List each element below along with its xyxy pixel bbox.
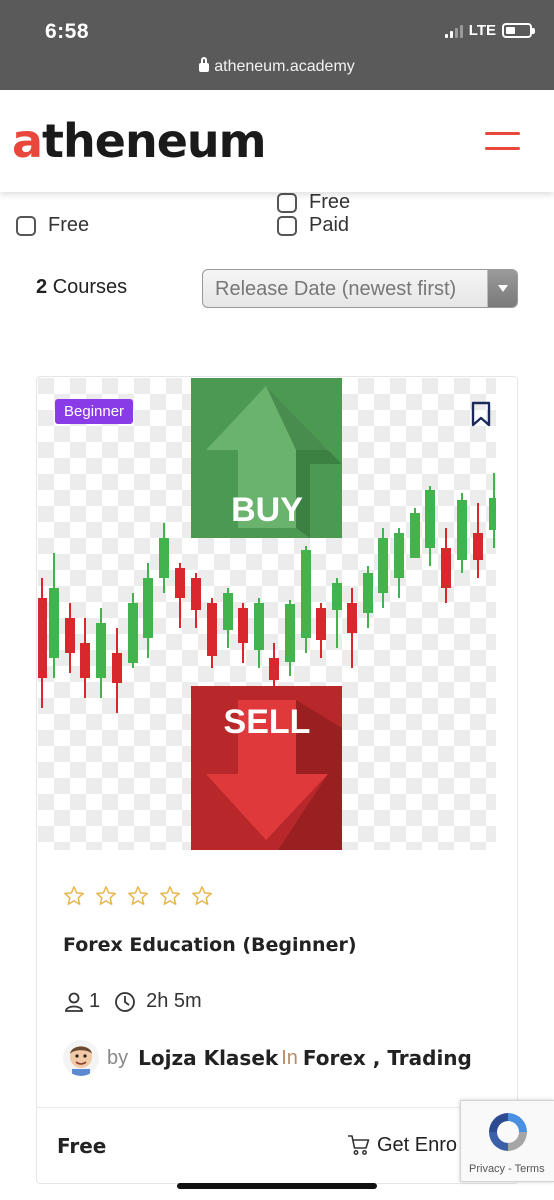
signal-icon <box>444 24 463 38</box>
star-icon <box>128 886 148 905</box>
course-card[interactable]: BUY SELL Beginner Forex Education (Begin… <box>36 376 518 1184</box>
network-label: LTE <box>468 22 496 39</box>
filter-label: Free <box>48 214 90 236</box>
candle-body <box>378 538 388 593</box>
candle-body <box>457 500 467 560</box>
candle-body <box>38 598 47 678</box>
candle-body <box>207 603 217 656</box>
sell-arrow-icon: SELL <box>191 686 342 850</box>
buy-arrow-icon: BUY <box>191 378 342 538</box>
candle-body <box>80 643 90 678</box>
svg-text:BUY: BUY <box>231 491 303 529</box>
checkbox[interactable] <box>16 215 36 236</box>
candle-body <box>269 658 279 680</box>
avatar[interactable] <box>63 1040 99 1076</box>
candle-body <box>394 533 404 578</box>
clock-icon <box>115 991 136 1012</box>
star-icon <box>192 886 212 905</box>
recaptcha-links[interactable]: Privacy - Terms <box>469 1163 545 1175</box>
course-thumbnail[interactable]: BUY SELL <box>38 378 496 850</box>
url-text: atheneum.academy <box>214 58 355 75</box>
course-card-footer: Free Get Enro <box>37 1107 517 1183</box>
course-title[interactable]: Forex Education (Beginner) <box>63 934 357 956</box>
candle-body <box>332 583 342 610</box>
course-card-body: Forex Education (Beginner) 1 2h 5m by Lo… <box>37 850 517 1110</box>
sort-selected-value: Release Date (newest first) <box>215 278 457 300</box>
category-links[interactable]: Forex , Trading <box>303 1046 472 1070</box>
candle-body <box>316 608 326 640</box>
course-price: Free <box>57 1134 107 1158</box>
enroll-button[interactable]: Get Enro <box>347 1133 457 1157</box>
checkbox[interactable] <box>277 215 297 236</box>
filter-label: Paid <box>309 214 350 236</box>
bookmark-icon[interactable] <box>471 401 491 427</box>
candle-body <box>96 623 106 678</box>
student-count: 1 <box>89 990 101 1012</box>
candle-body <box>301 550 311 638</box>
candle-body <box>254 603 264 650</box>
recaptcha-badge[interactable]: Privacy - Terms <box>460 1100 554 1182</box>
atheneum-logo[interactable]: atheneum <box>12 114 267 168</box>
star-rating <box>63 885 213 907</box>
candle-body <box>128 603 138 663</box>
candle-body <box>425 490 435 548</box>
star-icon <box>96 886 116 905</box>
sort-select[interactable]: Release Date (newest first) <box>202 269 518 308</box>
star-icon <box>160 886 180 905</box>
status-indicators: LTE <box>444 22 535 39</box>
by-label: by <box>107 1046 129 1069</box>
candle-body <box>347 603 357 633</box>
checkbox[interactable] <box>277 192 297 213</box>
recaptcha-icon <box>489 1113 527 1151</box>
candle-body <box>65 618 75 653</box>
course-duration: 2h 5m <box>146 990 202 1012</box>
course-meta: 1 2h 5m <box>63 990 202 1013</box>
browser-status-bar: 6:58 LTE atheneum.academy <box>0 0 554 90</box>
filter-paid[interactable]: Paid <box>277 214 349 237</box>
candle-body <box>143 578 153 638</box>
svg-text:SELL: SELL <box>224 703 311 741</box>
author-link[interactable]: Lojza Klasek <box>138 1046 278 1070</box>
cart-icon <box>348 1135 370 1155</box>
candle-body <box>112 653 122 683</box>
status-time: 6:58 <box>45 20 90 43</box>
course-count: 2 Courses <box>36 276 128 298</box>
candle-body <box>285 604 295 662</box>
chevron-down-icon[interactable] <box>487 270 517 307</box>
site-header: atheneum <box>0 90 554 192</box>
candle-body <box>238 608 248 643</box>
candle-body <box>473 533 483 560</box>
battery-icon <box>502 23 535 38</box>
address-bar[interactable]: atheneum.academy <box>0 57 554 76</box>
home-indicator <box>177 1183 377 1189</box>
candle-body <box>441 548 451 588</box>
candle-body <box>191 578 201 610</box>
candle-body <box>175 568 185 598</box>
candle-body <box>49 588 59 658</box>
candle-body <box>159 538 169 578</box>
filter-label: Free <box>309 191 351 213</box>
star-icon <box>64 886 84 905</box>
in-label: In <box>281 1046 298 1069</box>
user-icon <box>65 992 83 1012</box>
candle-body <box>223 593 233 630</box>
filter-free-right[interactable]: Free <box>277 191 350 214</box>
candle-body <box>410 513 420 558</box>
enroll-label: Get Enro <box>377 1133 458 1156</box>
candle-body <box>489 498 496 530</box>
candle-body <box>363 573 373 613</box>
lock-icon <box>199 57 210 72</box>
filter-free-left[interactable]: Free <box>16 214 89 237</box>
menu-icon[interactable] <box>485 132 520 150</box>
author-row: by Lojza Klasek In Forex , Trading <box>63 1040 472 1076</box>
level-badge: Beginner <box>55 399 134 424</box>
